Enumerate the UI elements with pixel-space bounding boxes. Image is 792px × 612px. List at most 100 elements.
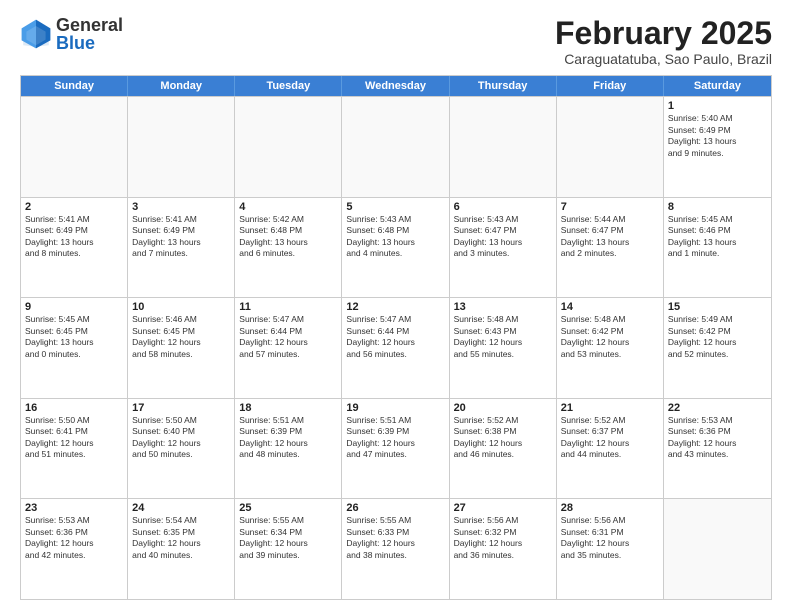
cal-cell — [450, 97, 557, 197]
cell-day-number: 2 — [25, 201, 123, 213]
cal-cell: 22Sunrise: 5:53 AM Sunset: 6:36 PM Dayli… — [664, 399, 771, 499]
header-day-tuesday: Tuesday — [235, 76, 342, 96]
cell-day-number: 14 — [561, 301, 659, 313]
cal-cell: 11Sunrise: 5:47 AM Sunset: 6:44 PM Dayli… — [235, 298, 342, 398]
cal-cell — [664, 499, 771, 599]
cell-info: Sunrise: 5:51 AM Sunset: 6:39 PM Dayligh… — [346, 415, 444, 461]
cell-info: Sunrise: 5:45 AM Sunset: 6:46 PM Dayligh… — [668, 214, 767, 260]
cell-info: Sunrise: 5:54 AM Sunset: 6:35 PM Dayligh… — [132, 515, 230, 561]
cal-cell: 15Sunrise: 5:49 AM Sunset: 6:42 PM Dayli… — [664, 298, 771, 398]
cal-cell: 17Sunrise: 5:50 AM Sunset: 6:40 PM Dayli… — [128, 399, 235, 499]
header: General Blue February 2025 Caraguatatuba… — [20, 16, 772, 67]
cal-cell: 5Sunrise: 5:43 AM Sunset: 6:48 PM Daylig… — [342, 198, 449, 298]
week-row-4: 23Sunrise: 5:53 AM Sunset: 6:36 PM Dayli… — [21, 498, 771, 599]
cell-info: Sunrise: 5:47 AM Sunset: 6:44 PM Dayligh… — [346, 314, 444, 360]
cell-day-number: 17 — [132, 402, 230, 414]
cell-day-number: 4 — [239, 201, 337, 213]
page: General Blue February 2025 Caraguatatuba… — [0, 0, 792, 612]
cal-cell: 10Sunrise: 5:46 AM Sunset: 6:45 PM Dayli… — [128, 298, 235, 398]
header-day-monday: Monday — [128, 76, 235, 96]
cal-cell: 18Sunrise: 5:51 AM Sunset: 6:39 PM Dayli… — [235, 399, 342, 499]
cell-day-number: 21 — [561, 402, 659, 414]
cal-cell: 13Sunrise: 5:48 AM Sunset: 6:43 PM Dayli… — [450, 298, 557, 398]
cell-info: Sunrise: 5:53 AM Sunset: 6:36 PM Dayligh… — [668, 415, 767, 461]
cal-cell — [21, 97, 128, 197]
cell-info: Sunrise: 5:51 AM Sunset: 6:39 PM Dayligh… — [239, 415, 337, 461]
calendar-header: SundayMondayTuesdayWednesdayThursdayFrid… — [21, 76, 771, 96]
cal-cell: 20Sunrise: 5:52 AM Sunset: 6:38 PM Dayli… — [450, 399, 557, 499]
cal-cell: 25Sunrise: 5:55 AM Sunset: 6:34 PM Dayli… — [235, 499, 342, 599]
calendar: SundayMondayTuesdayWednesdayThursdayFrid… — [20, 75, 772, 600]
cal-cell: 3Sunrise: 5:41 AM Sunset: 6:49 PM Daylig… — [128, 198, 235, 298]
cal-cell: 14Sunrise: 5:48 AM Sunset: 6:42 PM Dayli… — [557, 298, 664, 398]
cell-info: Sunrise: 5:48 AM Sunset: 6:43 PM Dayligh… — [454, 314, 552, 360]
subtitle: Caraguatatuba, Sao Paulo, Brazil — [555, 51, 772, 67]
cell-info: Sunrise: 5:56 AM Sunset: 6:32 PM Dayligh… — [454, 515, 552, 561]
cell-info: Sunrise: 5:43 AM Sunset: 6:48 PM Dayligh… — [346, 214, 444, 260]
cell-day-number: 3 — [132, 201, 230, 213]
cell-info: Sunrise: 5:50 AM Sunset: 6:40 PM Dayligh… — [132, 415, 230, 461]
cell-info: Sunrise: 5:52 AM Sunset: 6:38 PM Dayligh… — [454, 415, 552, 461]
header-day-saturday: Saturday — [664, 76, 771, 96]
cell-day-number: 8 — [668, 201, 767, 213]
cell-info: Sunrise: 5:48 AM Sunset: 6:42 PM Dayligh… — [561, 314, 659, 360]
cell-day-number: 26 — [346, 502, 444, 514]
logo: General Blue — [20, 16, 123, 52]
cell-info: Sunrise: 5:55 AM Sunset: 6:33 PM Dayligh… — [346, 515, 444, 561]
week-row-1: 2Sunrise: 5:41 AM Sunset: 6:49 PM Daylig… — [21, 197, 771, 298]
cal-cell: 16Sunrise: 5:50 AM Sunset: 6:41 PM Dayli… — [21, 399, 128, 499]
cal-cell — [235, 97, 342, 197]
cell-info: Sunrise: 5:41 AM Sunset: 6:49 PM Dayligh… — [25, 214, 123, 260]
header-day-wednesday: Wednesday — [342, 76, 449, 96]
cell-day-number: 11 — [239, 301, 337, 313]
cal-cell — [128, 97, 235, 197]
cell-day-number: 18 — [239, 402, 337, 414]
cal-cell: 4Sunrise: 5:42 AM Sunset: 6:48 PM Daylig… — [235, 198, 342, 298]
cell-day-number: 20 — [454, 402, 552, 414]
main-title: February 2025 — [555, 16, 772, 51]
cell-day-number: 28 — [561, 502, 659, 514]
cal-cell: 19Sunrise: 5:51 AM Sunset: 6:39 PM Dayli… — [342, 399, 449, 499]
cell-day-number: 27 — [454, 502, 552, 514]
cell-day-number: 24 — [132, 502, 230, 514]
header-day-thursday: Thursday — [450, 76, 557, 96]
cell-info: Sunrise: 5:41 AM Sunset: 6:49 PM Dayligh… — [132, 214, 230, 260]
cell-info: Sunrise: 5:52 AM Sunset: 6:37 PM Dayligh… — [561, 415, 659, 461]
cal-cell: 2Sunrise: 5:41 AM Sunset: 6:49 PM Daylig… — [21, 198, 128, 298]
cell-info: Sunrise: 5:44 AM Sunset: 6:47 PM Dayligh… — [561, 214, 659, 260]
cal-cell: 28Sunrise: 5:56 AM Sunset: 6:31 PM Dayli… — [557, 499, 664, 599]
cell-info: Sunrise: 5:42 AM Sunset: 6:48 PM Dayligh… — [239, 214, 337, 260]
cell-day-number: 25 — [239, 502, 337, 514]
week-row-0: 1Sunrise: 5:40 AM Sunset: 6:49 PM Daylig… — [21, 96, 771, 197]
cal-cell — [342, 97, 449, 197]
cell-info: Sunrise: 5:43 AM Sunset: 6:47 PM Dayligh… — [454, 214, 552, 260]
cell-day-number: 23 — [25, 502, 123, 514]
logo-text: General Blue — [56, 16, 123, 52]
cal-cell: 27Sunrise: 5:56 AM Sunset: 6:32 PM Dayli… — [450, 499, 557, 599]
cell-day-number: 13 — [454, 301, 552, 313]
cal-cell: 1Sunrise: 5:40 AM Sunset: 6:49 PM Daylig… — [664, 97, 771, 197]
cal-cell: 23Sunrise: 5:53 AM Sunset: 6:36 PM Dayli… — [21, 499, 128, 599]
calendar-body: 1Sunrise: 5:40 AM Sunset: 6:49 PM Daylig… — [21, 96, 771, 599]
cell-info: Sunrise: 5:40 AM Sunset: 6:49 PM Dayligh… — [668, 113, 767, 159]
cell-day-number: 9 — [25, 301, 123, 313]
cell-info: Sunrise: 5:55 AM Sunset: 6:34 PM Dayligh… — [239, 515, 337, 561]
cell-info: Sunrise: 5:56 AM Sunset: 6:31 PM Dayligh… — [561, 515, 659, 561]
week-row-3: 16Sunrise: 5:50 AM Sunset: 6:41 PM Dayli… — [21, 398, 771, 499]
cell-info: Sunrise: 5:49 AM Sunset: 6:42 PM Dayligh… — [668, 314, 767, 360]
cell-day-number: 19 — [346, 402, 444, 414]
cal-cell: 7Sunrise: 5:44 AM Sunset: 6:47 PM Daylig… — [557, 198, 664, 298]
cal-cell — [557, 97, 664, 197]
header-day-friday: Friday — [557, 76, 664, 96]
cal-cell: 8Sunrise: 5:45 AM Sunset: 6:46 PM Daylig… — [664, 198, 771, 298]
cell-info: Sunrise: 5:45 AM Sunset: 6:45 PM Dayligh… — [25, 314, 123, 360]
logo-icon — [20, 18, 52, 50]
cell-day-number: 22 — [668, 402, 767, 414]
cell-day-number: 6 — [454, 201, 552, 213]
cell-day-number: 5 — [346, 201, 444, 213]
cell-day-number: 7 — [561, 201, 659, 213]
cell-day-number: 16 — [25, 402, 123, 414]
cell-info: Sunrise: 5:53 AM Sunset: 6:36 PM Dayligh… — [25, 515, 123, 561]
cell-info: Sunrise: 5:50 AM Sunset: 6:41 PM Dayligh… — [25, 415, 123, 461]
logo-blue-text: Blue — [56, 34, 123, 52]
